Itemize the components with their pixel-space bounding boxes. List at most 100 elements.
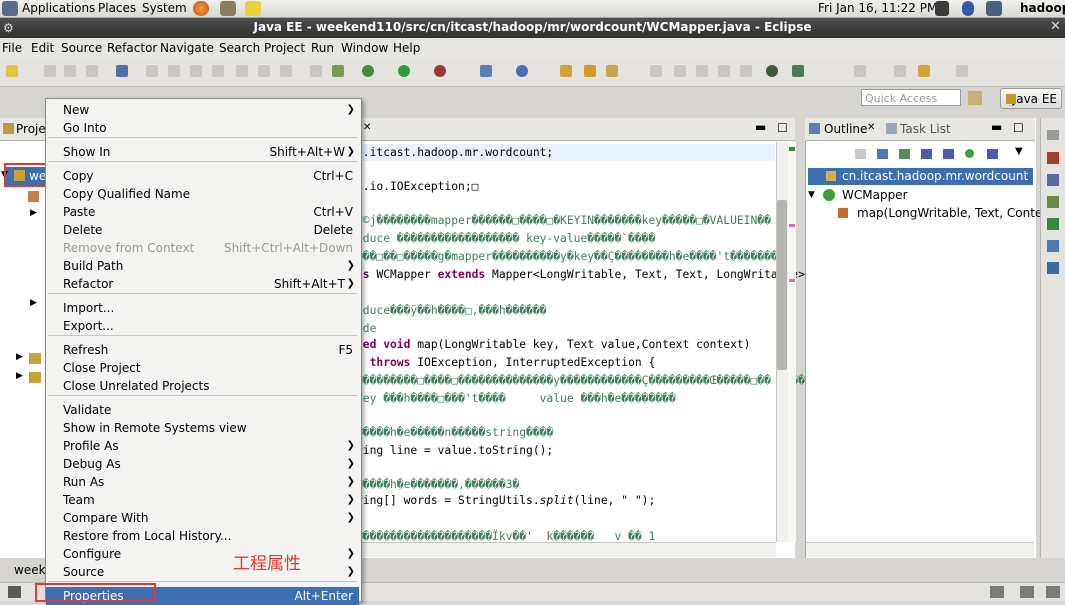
menu-item-import[interactable]: Import... [46, 299, 359, 317]
problems-view-icon[interactable] [1047, 152, 1059, 164]
ruler-marker[interactable] [789, 224, 795, 227]
menu-project[interactable]: Project [264, 41, 305, 55]
project-folder-icon[interactable] [29, 353, 41, 364]
menu-item-build-path[interactable]: Build Path ❯ [46, 257, 359, 275]
fast-view-icon[interactable] [8, 586, 21, 598]
code-line[interactable]: a.io.IOException;□ [356, 180, 478, 193]
open-type-icon[interactable] [560, 65, 572, 77]
menu-refactor[interactable]: Refactor [107, 41, 157, 55]
collapse-arrow-icon[interactable]: ▶ [30, 298, 37, 308]
mail-icon[interactable] [220, 1, 236, 16]
applications-menu[interactable]: Applications [22, 1, 95, 15]
editor-tab-close-icon[interactable]: ✕ [363, 122, 371, 133]
open-task-icon[interactable] [584, 65, 596, 77]
menu-item-paste[interactable]: Paste Ctrl+V [46, 203, 359, 221]
tab-outline[interactable]: Outline [824, 122, 867, 136]
java-ee-perspective-button[interactable]: Java EE [1000, 88, 1062, 109]
use-step-filters-icon[interactable] [332, 65, 344, 77]
step-into-icon[interactable] [236, 65, 248, 77]
notes-icon[interactable] [245, 1, 261, 16]
new-wizard-icon[interactable] [6, 65, 18, 77]
outline-horizontal-scrollbar[interactable] [806, 542, 1034, 557]
user-name[interactable]: hadoop [1020, 1, 1065, 15]
menu-item-compare-with[interactable]: Compare With ❯ [46, 509, 359, 527]
menu-run[interactable]: Run [311, 41, 334, 55]
status-tray-icon[interactable] [1020, 586, 1034, 598]
open-web-browser-icon[interactable] [766, 65, 778, 77]
code-line[interactable]: key ���h����□���'t���� value ���h�e�����… [356, 392, 676, 405]
editor-horizontal-scrollbar[interactable] [345, 542, 776, 557]
code-line[interactable]: y©j��������mapper������□����□�KEYIN�����… [356, 214, 771, 227]
code-line[interactable]: �����h�e�������,������3� [356, 478, 519, 491]
places-menu[interactable]: Places [98, 1, 136, 15]
new-java-class-icon[interactable] [516, 65, 528, 77]
servers-view-icon[interactable] [1047, 174, 1059, 186]
outline-class-label[interactable]: WCMapper [842, 188, 908, 202]
resume-icon[interactable] [146, 65, 158, 77]
menu-item-refresh[interactable]: Refresh F5 [46, 341, 359, 359]
link-editor-icon[interactable] [877, 149, 888, 159]
menu-edit[interactable]: Edit [31, 41, 54, 55]
code-line[interactable]: ss WCMapper extends Mapper<LongWritable,… [356, 268, 805, 281]
code-line[interactable]: ring[] words = StringUtils.split(line, "… [356, 494, 655, 507]
menu-item-show-in-remote-systems-view[interactable]: Show in Remote Systems view [46, 419, 359, 437]
outline-maximize-icon[interactable]: ☐ [1013, 121, 1024, 135]
menu-file[interactable]: File [2, 41, 22, 55]
menu-item-copy[interactable]: Copy Ctrl+C [46, 167, 359, 185]
window-close-icon[interactable]: ✕ [1050, 19, 1061, 34]
hide-local-types-icon[interactable] [987, 149, 998, 159]
run-external-tools-icon[interactable] [434, 65, 446, 77]
menu-item-validate[interactable]: Validate [46, 401, 359, 419]
print-icon[interactable] [86, 65, 98, 77]
menu-item-configure[interactable]: Configure ❯ [46, 545, 359, 563]
suspend-icon[interactable] [168, 65, 180, 77]
snippets-view-icon[interactable] [1047, 218, 1059, 230]
code-line[interactable]: �����h�e�����n�����string���� [356, 426, 553, 439]
toggle-block-icon[interactable] [696, 65, 708, 77]
code-line[interactable]: throws IOException, InterruptedException… [356, 356, 656, 369]
editor-maximize-icon[interactable]: ☐ [777, 121, 788, 135]
quick-access-field[interactable]: Quick Access [861, 89, 961, 106]
system-menu[interactable]: System [142, 1, 187, 15]
menu-item-new[interactable]: New ❯ [46, 101, 359, 119]
console-view-icon[interactable] [1047, 240, 1059, 252]
code-line[interactable]: ted void map(LongWritable key, Text valu… [356, 338, 751, 351]
save-icon[interactable] [44, 65, 56, 77]
class-icon[interactable] [823, 189, 835, 201]
menu-item-export[interactable]: Export... [46, 317, 359, 335]
menu-item-source[interactable]: Source ❯ [46, 563, 359, 581]
menu-item-go-into[interactable]: Go Into [46, 119, 359, 137]
menu-item-show-in[interactable]: Show In Shift+Alt+W ❯ [46, 143, 359, 161]
collapse-arrow-icon[interactable]: ▶ [16, 371, 23, 381]
firefox-icon[interactable] [193, 1, 209, 16]
project-folder-icon[interactable] [29, 372, 41, 383]
view-menu-icon[interactable]: ▼ [1015, 146, 1023, 157]
hide-fields-icon[interactable] [921, 149, 932, 159]
code-line[interactable]: ©��□��□�����g�mapper����������y�key��Ç��… [356, 250, 791, 263]
code-line[interactable]: ring line = value.toString(); [356, 444, 553, 457]
new-server-icon[interactable] [480, 65, 492, 77]
toggle-mark-icon[interactable] [674, 65, 686, 77]
menu-item-debug-as[interactable]: Debug As ❯ [46, 455, 359, 473]
menu-source[interactable]: Source [61, 41, 102, 55]
project-explorer-tab[interactable]: Proje [0, 118, 46, 141]
hide-static-icon[interactable] [943, 149, 954, 159]
method-icon[interactable] [838, 208, 848, 218]
next-annotation-icon[interactable] [854, 65, 866, 77]
gnome-foot-icon[interactable] [2, 1, 18, 16]
save-all-icon[interactable] [64, 65, 76, 77]
code-line[interactable]: educe ������������������ key-value�����`… [356, 232, 655, 245]
ruler-marker[interactable] [789, 279, 795, 282]
outline-package-item[interactable]: cn.itcast.hadoop.mr.wordcount [808, 168, 1033, 185]
menu-item-copy-qualified-name[interactable]: Copy Qualified Name [46, 185, 359, 203]
menu-item-profile-as[interactable]: Profile As ❯ [46, 437, 359, 455]
disconnect-icon[interactable] [212, 65, 224, 77]
last-edit-icon[interactable] [894, 65, 906, 77]
debug-icon[interactable] [362, 65, 374, 77]
expand-arrow-icon[interactable]: ▼ [808, 190, 815, 200]
toggle-breadcrumb-icon[interactable] [740, 65, 752, 77]
menu-item-delete[interactable]: Delete Delete [46, 221, 359, 239]
menu-item-close-unrelated-projects[interactable]: Close Unrelated Projects [46, 377, 359, 395]
drop-to-frame-icon[interactable] [310, 65, 322, 77]
code-line[interactable]: n.itcast.hadoop.mr.wordcount; [356, 146, 553, 159]
